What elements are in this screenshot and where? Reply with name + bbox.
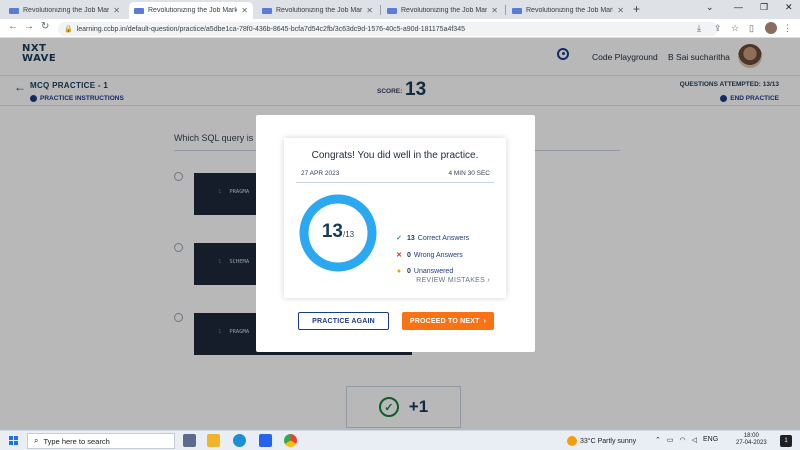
browser-tab[interactable]: Revolutionizing the Job Market | ✕	[507, 2, 629, 19]
dot-icon: ●	[396, 268, 402, 275]
browser-tab-strip: Revolutionizing the Job Market | ✕ Revol…	[0, 0, 800, 19]
chrome-icon[interactable]	[284, 434, 297, 447]
practice-duration: 4 MIN 30 SEC	[448, 170, 490, 177]
score-ring-total: /13	[343, 230, 355, 239]
site-favicon-icon	[134, 7, 144, 14]
score-ring-score: 13	[321, 221, 343, 242]
search-icon: ⌕	[34, 436, 39, 445]
taskbar-search-input[interactable]: ⌕ Type here to search	[27, 433, 175, 449]
weather-widget[interactable]: 33°C Partly sunny	[567, 436, 636, 446]
windows-start-icon[interactable]	[9, 436, 18, 445]
language-indicator[interactable]: ENG	[703, 436, 718, 444]
chevron-up-icon[interactable]: ⌃	[655, 436, 661, 444]
forward-icon[interactable]: →	[24, 21, 34, 32]
practice-again-label: PRACTICE AGAIN	[312, 317, 375, 325]
tab-title: Revolutionizing the Job Market |	[23, 7, 110, 14]
wifi-icon[interactable]: ◠	[680, 436, 686, 444]
correct-count: 13	[407, 234, 415, 242]
tab-title: Revolutionizing the Job Market |	[276, 7, 363, 14]
browser-tab[interactable]: Revolutionizing the Job Market | ✕	[257, 2, 378, 19]
close-tab-icon[interactable]: ✕	[617, 6, 624, 15]
chevron-right-icon: ›	[487, 277, 490, 284]
site-favicon-icon	[387, 7, 397, 14]
practice-date: 27 APR 2023	[301, 170, 340, 177]
close-tab-icon[interactable]: ✕	[113, 6, 120, 15]
unanswered-stat: ● 0 Unanswered	[394, 268, 453, 275]
file-explorer-icon[interactable]	[207, 434, 220, 447]
minimize-icon[interactable]: —	[734, 2, 743, 12]
mail-icon[interactable]	[259, 434, 272, 447]
browser-toolbar: ← → ↻ 🔒 learning.ccbp.in/default-questio…	[0, 19, 800, 38]
close-window-icon[interactable]: ✕	[785, 2, 793, 13]
tab-separator	[505, 5, 506, 15]
new-tab-button[interactable]: +	[633, 2, 640, 16]
result-card: Congrats! You did well in the practice. …	[284, 138, 506, 298]
task-view-icon[interactable]	[183, 434, 196, 447]
check-icon: ✓	[396, 235, 402, 242]
divider	[296, 182, 494, 183]
clock-time: 18:00	[743, 433, 759, 439]
tab-separator	[380, 5, 381, 15]
wrong-label: Wrong Answers	[413, 251, 463, 259]
browser-tab[interactable]: Revolutionizing the Job Market | ✕	[4, 2, 125, 19]
correct-answers-stat: ✓ 13 Correct Answers	[394, 234, 470, 243]
edge-browser-icon[interactable]	[233, 434, 246, 447]
notification-center-icon[interactable]: 1	[780, 435, 792, 447]
score-ring-value: 13/13	[298, 221, 378, 243]
practice-again-button[interactable]: PRACTICE AGAIN	[298, 312, 389, 330]
proceed-label: PROCEED TO NEXT	[409, 317, 480, 325]
reload-icon[interactable]: ↻	[41, 21, 49, 32]
review-mistakes-link[interactable]: REVIEW MISTAKES ›	[416, 277, 490, 284]
site-favicon-icon	[9, 7, 19, 14]
close-tab-icon[interactable]: ✕	[366, 6, 373, 15]
taskbar: ⌕ Type here to search 33°C Partly sunny …	[0, 430, 800, 450]
weather-sun-icon	[567, 436, 577, 446]
tab-title: Revolutionizing the Job Market |	[148, 7, 238, 14]
lock-icon: 🔒	[64, 26, 73, 33]
url-text: learning.ccbp.in/default-question/practi…	[76, 25, 465, 33]
close-tab-icon[interactable]: ✕	[491, 6, 498, 15]
wrong-answers-stat: ✕ 0 Wrong Answers	[394, 251, 463, 260]
review-mistakes-label: REVIEW MISTAKES	[416, 277, 486, 284]
unanswered-label: Unanswered	[413, 268, 454, 275]
result-modal: Congrats! You did well in the practice. …	[256, 115, 535, 352]
congrats-message: Congrats! You did well in the practice.	[311, 150, 479, 161]
volume-icon[interactable]: ◁	[692, 436, 697, 444]
tab-search-icon[interactable]: ⌄	[706, 2, 714, 13]
correct-label: Correct Answers	[417, 234, 470, 242]
address-bar[interactable]: 🔒 learning.ccbp.in/default-question/prac…	[58, 22, 718, 36]
browser-tab[interactable]: Revolutionizing the Job Market | ✕	[382, 2, 503, 19]
close-tab-icon[interactable]: ✕	[241, 6, 248, 15]
menu-kebab-icon[interactable]: ⋮	[783, 23, 792, 34]
back-icon[interactable]: ←	[8, 21, 18, 32]
wrong-count: 0	[407, 251, 411, 259]
site-favicon-icon	[512, 7, 522, 14]
unanswered-count: 0	[407, 268, 411, 275]
profile-avatar[interactable]	[765, 22, 777, 34]
taskbar-search-placeholder: Type here to search	[43, 436, 110, 446]
weather-text: 33°C Partly sunny	[580, 437, 637, 445]
tab-title: Revolutionizing the Job Market |	[401, 7, 488, 14]
proceed-to-next-button[interactable]: PROCEED TO NEXT ›	[402, 312, 494, 330]
side-panel-icon[interactable]: ▯	[749, 23, 754, 34]
cross-icon: ✕	[396, 252, 402, 259]
clock-date: 27-04-2023	[736, 440, 767, 446]
site-favicon-icon	[262, 7, 272, 14]
system-clock[interactable]: 18:00 27-04-2023	[736, 433, 767, 447]
battery-icon[interactable]: ▭	[667, 436, 674, 444]
browser-tab-active[interactable]: Revolutionizing the Job Market | ✕	[129, 2, 253, 19]
system-tray: ⌃ ▭ ◠ ◁ ENG	[655, 436, 718, 444]
bookmark-star-icon[interactable]: ☆	[731, 23, 739, 34]
chevron-right-icon: ›	[483, 317, 487, 325]
restore-icon[interactable]: ❐	[760, 2, 768, 13]
download-icon[interactable]: ⤓	[697, 23, 701, 34]
share-icon[interactable]: ⇪	[714, 23, 722, 34]
tab-title: Revolutionizing the Job Market |	[526, 7, 613, 14]
